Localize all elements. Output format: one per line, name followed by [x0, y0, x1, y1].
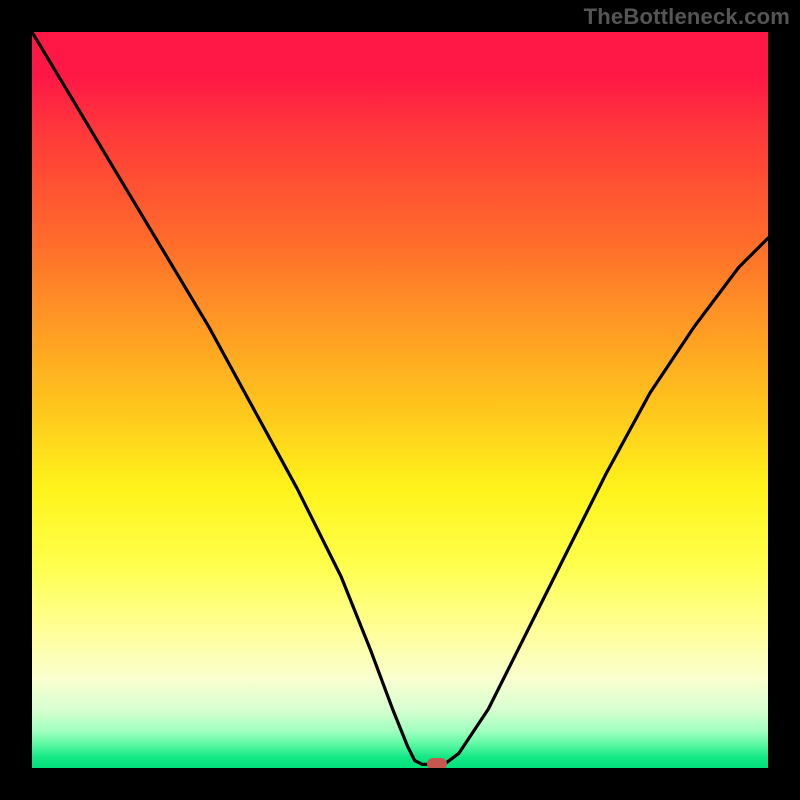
- plot-area: [32, 32, 768, 768]
- chart-frame: TheBottleneck.com: [0, 0, 800, 800]
- bottleneck-curve: [32, 32, 768, 768]
- optimum-marker: [427, 758, 447, 768]
- watermark-text: TheBottleneck.com: [584, 4, 790, 30]
